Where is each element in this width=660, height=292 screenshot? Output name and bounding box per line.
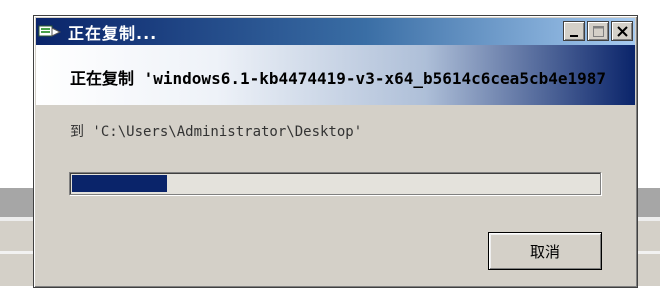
- window-title: 正在复制...: [68, 23, 158, 43]
- minimize-icon: [570, 35, 578, 37]
- window-controls: [563, 21, 633, 41]
- copy-dialog: 正在复制... 正在复制 'windows6.1-kb4474419-v3-x6…: [33, 15, 638, 288]
- close-button[interactable]: [611, 21, 633, 41]
- copying-filename-text: 正在复制 'windows6.1-kb4474419-v3-x64_b5614c…: [70, 69, 607, 88]
- copy-progress-bar: [69, 172, 601, 195]
- copy-app-icon: [38, 23, 62, 41]
- cancel-button[interactable]: 取消: [488, 232, 602, 270]
- close-icon: [617, 26, 628, 37]
- title-bar[interactable]: 正在复制...: [36, 18, 635, 45]
- destination-path-text: 到 'C:\Users\Administrator\Desktop': [70, 124, 363, 140]
- maximize-button[interactable]: [587, 21, 609, 41]
- header-band: 正在复制 'windows6.1-kb4474419-v3-x64_b5614c…: [36, 45, 635, 105]
- progress-fill: [72, 175, 167, 192]
- minimize-button[interactable]: [563, 21, 585, 41]
- maximize-icon: [593, 26, 604, 37]
